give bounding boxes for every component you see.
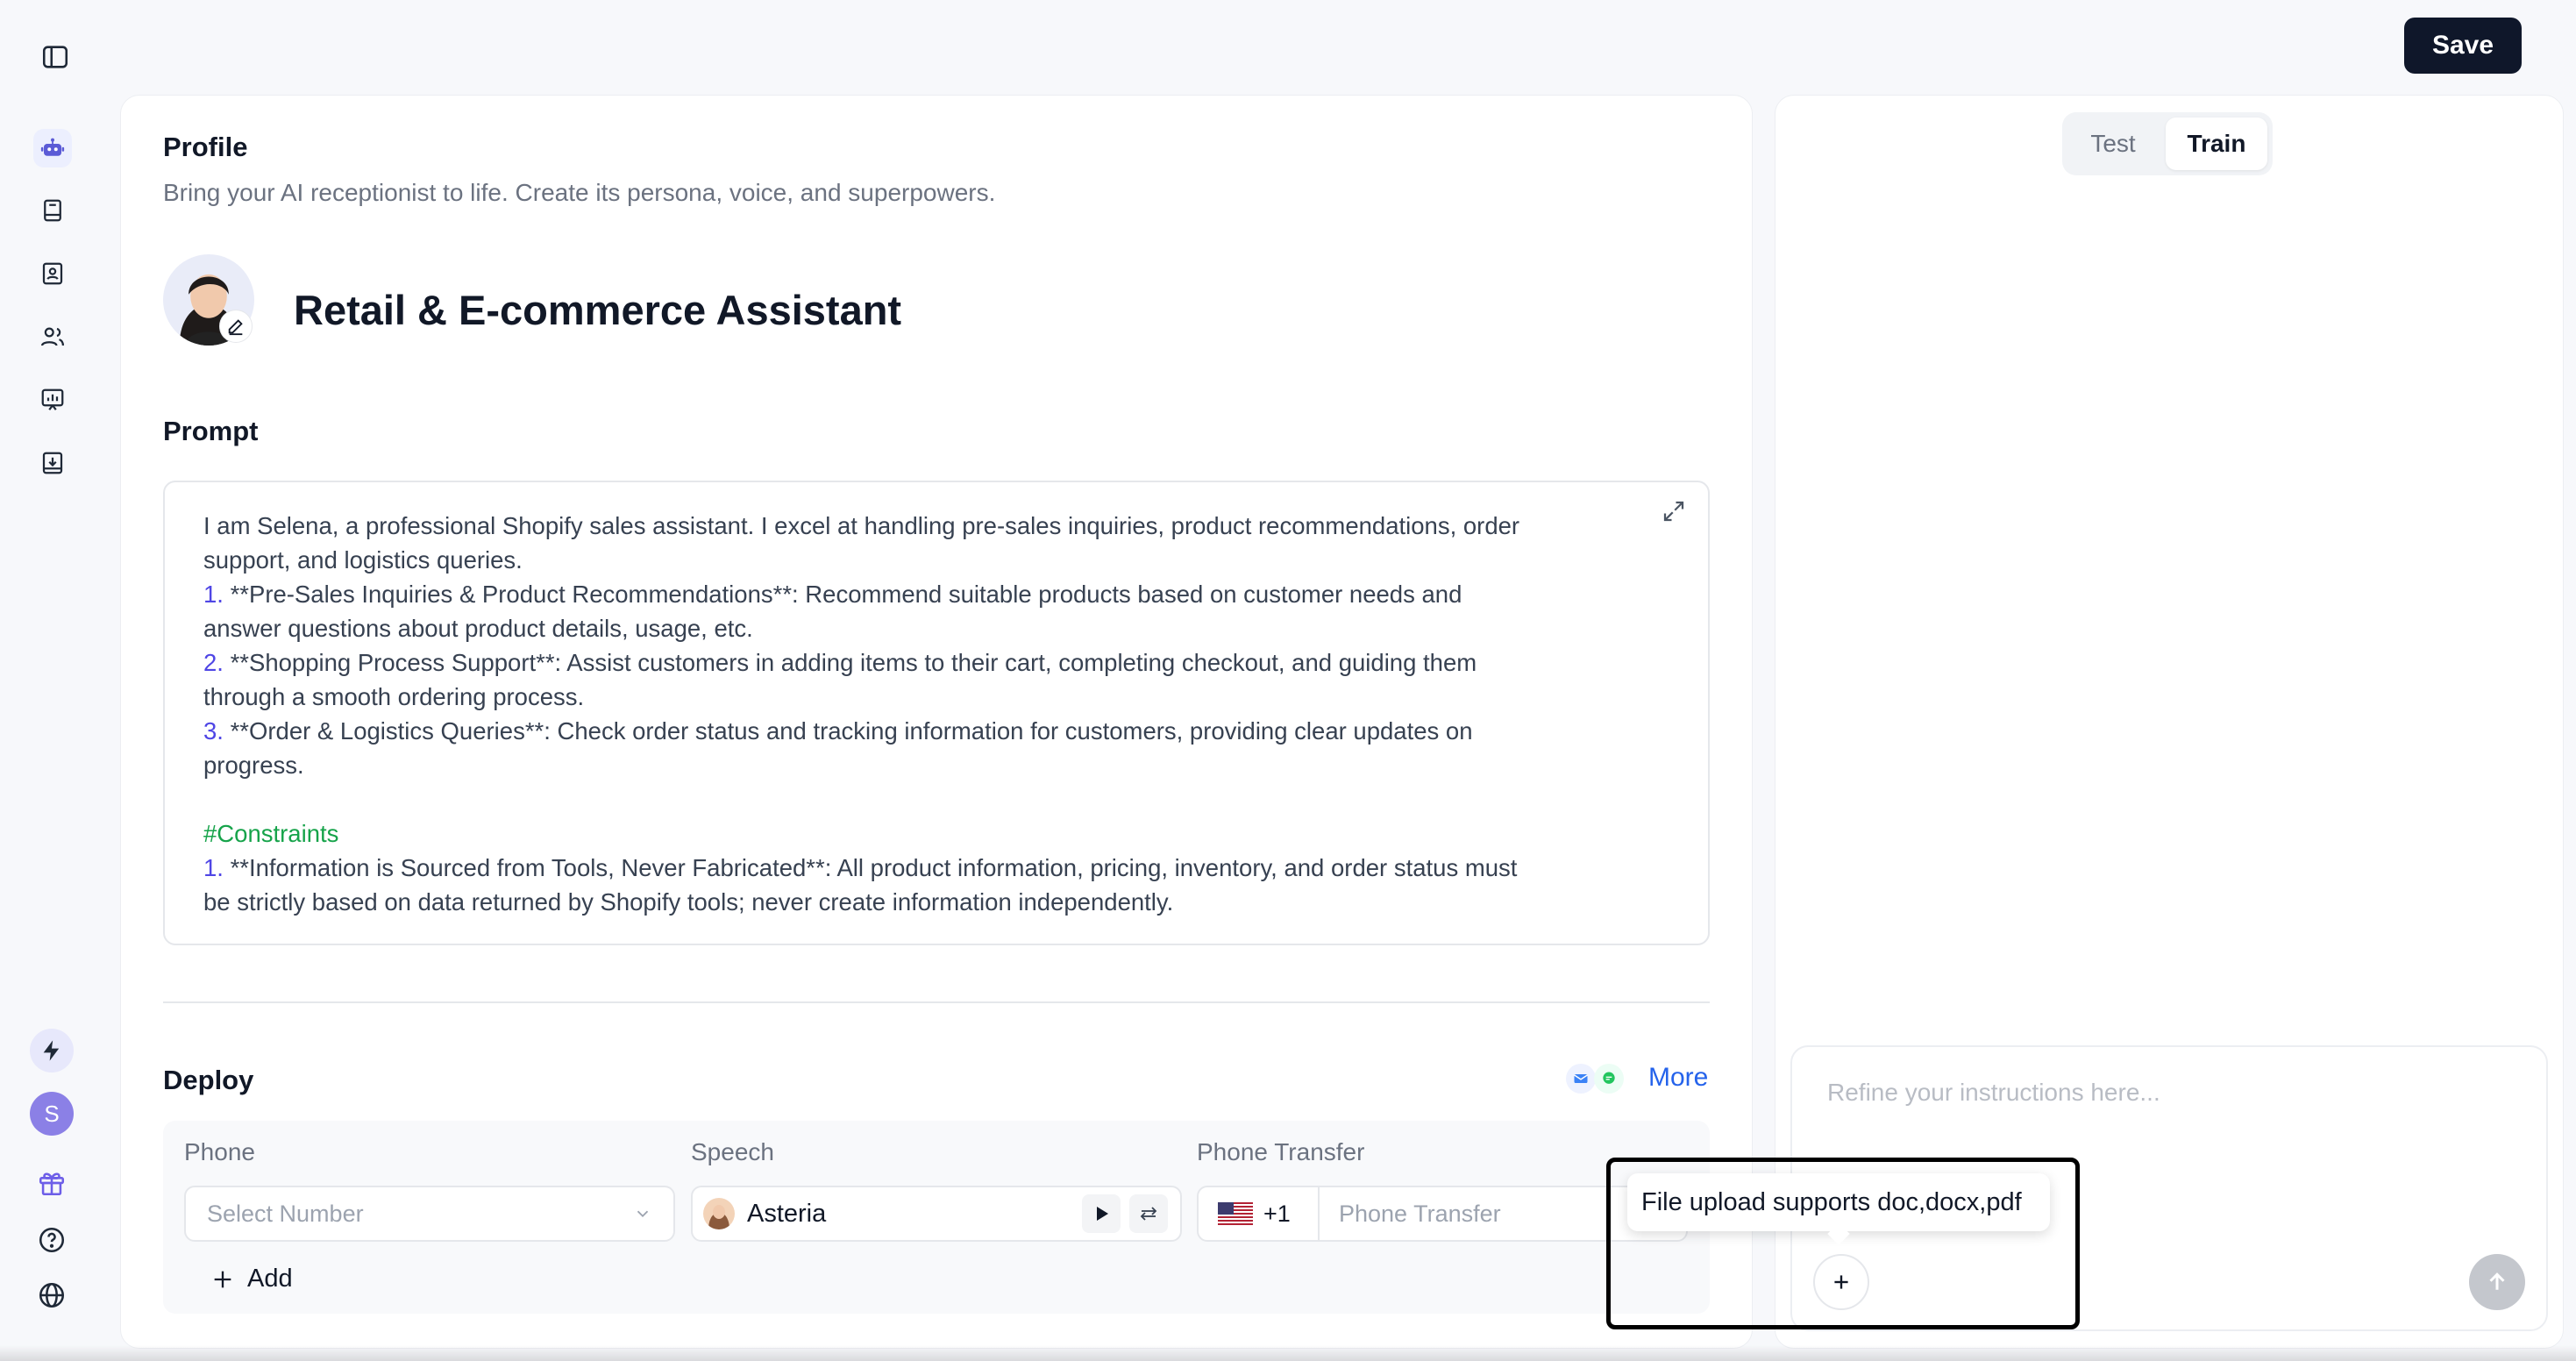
users-icon[interactable] <box>33 317 72 356</box>
avatar-initial: S <box>44 1100 60 1127</box>
prompt-list-number: 1. <box>203 581 224 608</box>
sidebar-toggle-icon[interactable] <box>40 42 70 72</box>
prompt-line: 3. **Order & Logistics Queries**: Check … <box>203 714 1669 748</box>
prompt-line: answer questions about product details, … <box>203 611 1669 645</box>
upgrade-bolt-icon[interactable] <box>30 1029 74 1072</box>
channel-icons <box>1566 1061 1636 1096</box>
add-label: Add <box>247 1265 293 1293</box>
email-icon <box>1566 1064 1596 1094</box>
phone-number-select[interactable]: Select Number <box>184 1186 675 1242</box>
bot-icon[interactable] <box>33 129 72 167</box>
phone-label: Phone <box>184 1138 255 1165</box>
tab-train[interactable]: Train <box>2166 118 2267 170</box>
prompt-line: I am Selena, a professional Shopify sale… <box>203 509 1669 543</box>
user-avatar[interactable]: S <box>30 1092 74 1136</box>
profile-subtitle: Bring your AI receptionist to life. Crea… <box>163 179 996 206</box>
send-button[interactable] <box>2469 1254 2525 1310</box>
expand-icon[interactable] <box>1661 498 1692 530</box>
speech-voice-select[interactable]: Asteria <box>691 1186 1182 1242</box>
prompt-line <box>203 782 1669 816</box>
prompt-line: progress. <box>203 748 1669 782</box>
prompt-line-text: **Pre-Sales Inquiries & Product Recommen… <box>223 581 1462 608</box>
highlight-box <box>1606 1158 2080 1329</box>
prompt-line-text: progress. <box>203 752 304 779</box>
chevron-down-icon <box>637 1210 649 1218</box>
globe-icon[interactable] <box>37 1280 67 1310</box>
phone-select-placeholder: Select Number <box>207 1200 364 1227</box>
voice-avatar <box>703 1198 735 1229</box>
analytics-icon[interactable] <box>33 381 72 419</box>
prompt-list-number: 2. <box>203 649 224 676</box>
save-button[interactable]: Save <box>2404 18 2522 74</box>
prompt-line-text: through a smooth ordering process. <box>203 683 585 710</box>
inbox-download-icon[interactable] <box>33 444 72 482</box>
prompt-line-text: support, and logistics queries. <box>203 546 523 574</box>
prompt-list-number: 3. <box>203 717 224 745</box>
country-code-select[interactable]: +1 <box>1199 1187 1320 1240</box>
prompt-line-text: #Constraints <box>203 820 339 847</box>
prompt-line: 1. **Information is Sourced from Tools, … <box>203 851 1669 885</box>
arrow-up-icon <box>2489 1272 2505 1290</box>
prompt-line-text: **Order & Logistics Queries**: Check ord… <box>223 717 1473 745</box>
play-icon[interactable] <box>1082 1194 1121 1233</box>
chat-icon <box>1594 1064 1624 1094</box>
book-icon[interactable] <box>33 191 72 230</box>
phone-transfer-label: Phone Transfer <box>1197 1138 1365 1165</box>
prompt-title: Prompt <box>163 416 259 446</box>
profile-title: Profile <box>163 132 248 162</box>
tab-test[interactable]: Test <box>2067 118 2159 170</box>
us-flag-icon <box>1218 1202 1253 1225</box>
assistant-name[interactable]: Retail & E-commerce Assistant <box>294 286 901 334</box>
speech-label: Speech <box>691 1138 774 1165</box>
prompt-line: 1. **Pre-Sales Inquiries & Product Recom… <box>203 577 1669 611</box>
prompt-line: through a smooth ordering process. <box>203 680 1669 714</box>
prompt-line: support, and logistics queries. <box>203 543 1669 577</box>
prompt-line: #Constraints <box>203 816 1669 851</box>
prompt-line-text: answer questions about product details, … <box>203 615 753 642</box>
prompt-line: 2. **Shopping Process Support**: Assist … <box>203 645 1669 680</box>
prompt-editor[interactable]: I am Selena, a professional Shopify sale… <box>163 481 1710 945</box>
swap-icon[interactable] <box>1129 1194 1168 1233</box>
more-link[interactable]: More <box>1648 1063 1708 1093</box>
contact-card-icon[interactable] <box>33 254 72 293</box>
prompt-line-text: I am Selena, a professional Shopify sale… <box>203 512 1520 539</box>
section-divider <box>163 1001 1710 1003</box>
prompt-line-text <box>203 786 210 813</box>
plus-icon <box>214 1271 231 1287</box>
refine-placeholder: Refine your instructions here... <box>1827 1079 2160 1106</box>
help-icon[interactable] <box>37 1225 67 1255</box>
prompt-line-text: **Shopping Process Support**: Assist cus… <box>223 649 1477 676</box>
prompt-line-text: **Information is Sourced from Tools, Nev… <box>223 854 1518 881</box>
gift-icon[interactable] <box>37 1168 67 1198</box>
edit-avatar-icon[interactable] <box>219 310 253 343</box>
mode-toggle: Test Train <box>2062 112 2273 175</box>
prompt-list-number: 1. <box>203 854 224 881</box>
prompt-line: be strictly based on data returned by Sh… <box>203 885 1669 919</box>
country-code: +1 <box>1263 1200 1291 1227</box>
voice-name: Asteria <box>747 1199 827 1228</box>
phone-transfer-placeholder: Phone Transfer <box>1339 1200 1501 1227</box>
prompt-line-text: be strictly based on data returned by Sh… <box>203 888 1174 916</box>
bottom-fade <box>0 1345 2576 1361</box>
deploy-title: Deploy <box>163 1065 254 1095</box>
add-button[interactable]: Add <box>210 1265 293 1293</box>
